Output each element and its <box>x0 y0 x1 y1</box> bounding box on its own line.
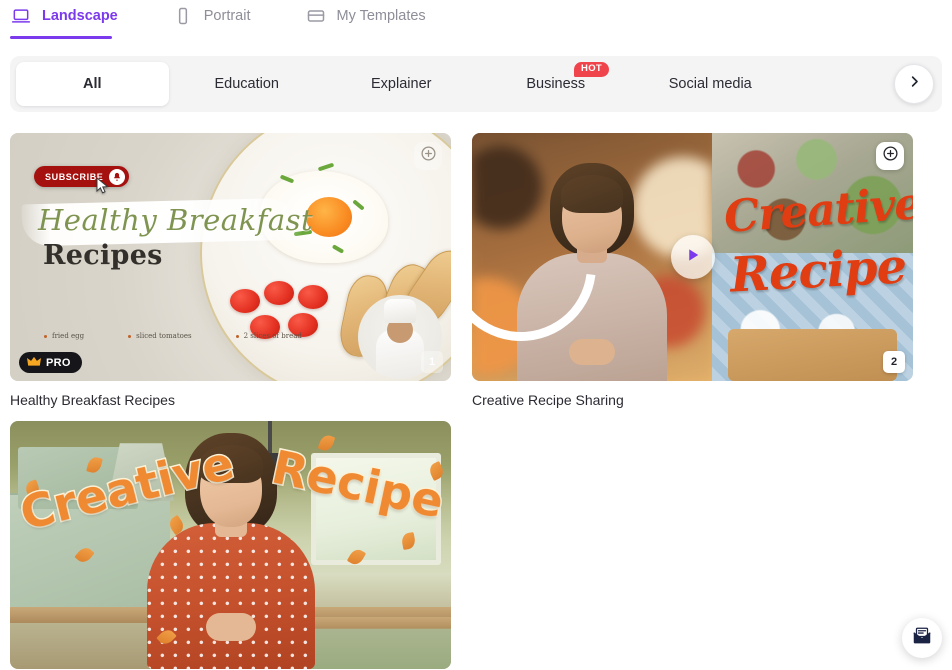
presenter-hands <box>205 613 256 642</box>
chat-support-button[interactable] <box>902 618 942 658</box>
category-social-media[interactable]: Social media <box>634 62 787 106</box>
ingredient-item: 2 slices of bread <box>235 332 302 340</box>
cherry-tomato <box>298 285 328 309</box>
pendant-lamp-cord <box>268 421 272 456</box>
ingredient-list: fried egg sliced tomatoes 2 slices of br… <box>44 332 302 340</box>
category-social-media-label: Social media <box>668 76 752 92</box>
template-scene-heading: Recipes <box>43 240 163 271</box>
play-preview-button[interactable] <box>670 235 715 279</box>
template-thumbnail-creative-recipe-sharing[interactable]: Creative Recipe 2 <box>472 133 913 381</box>
category-explainer-label: Explainer <box>371 76 432 92</box>
template-card-title: Creative Recipe Sharing <box>472 392 624 408</box>
category-business-label: Business <box>526 76 586 92</box>
plus-icon <box>420 145 437 167</box>
bullet-dot <box>44 334 47 338</box>
category-education-label: Education <box>214 76 280 92</box>
category-business[interactable]: Business HOT <box>480 62 633 106</box>
scene-count-badge: 1 <box>421 351 443 373</box>
ingredient-item: sliced tomatoes <box>128 332 192 340</box>
pro-badge: PRO <box>19 352 82 373</box>
laptop-icon <box>10 5 32 27</box>
template-grid: Healthy Breakfast Recipes fried egg slic… <box>10 133 942 670</box>
template-thumbnail-creative-recipe-kitchen[interactable]: Creative Recipe <box>10 421 451 670</box>
plus-icon <box>882 145 899 167</box>
overlay-title-line2: Recipe <box>728 238 908 304</box>
tab-portrait[interactable]: Portrait <box>172 0 267 32</box>
bullet-dot <box>235 334 239 338</box>
template-card: Creative Recipe <box>10 421 451 670</box>
tab-portrait-label: Portrait <box>203 8 251 24</box>
template-card: Healthy Breakfast Recipes fried egg slic… <box>10 133 451 409</box>
category-filter-bar: All Education Explainer Business HOT Soc… <box>10 56 942 112</box>
food-photo-panel: Creative Recipe <box>712 133 913 381</box>
category-education[interactable]: Education <box>171 62 324 106</box>
subscribe-badge[interactable]: SUBSCRIBE <box>34 166 130 187</box>
category-all[interactable]: All <box>16 62 169 106</box>
category-all-label: All <box>82 76 102 92</box>
presenter-dress <box>146 523 315 670</box>
bell-icon <box>109 168 126 185</box>
orientation-tab-bar: Landscape Portrait My Templates <box>0 0 952 42</box>
herb-garnish <box>317 162 335 172</box>
add-template-button[interactable] <box>414 142 442 170</box>
wooden-board <box>728 329 897 381</box>
active-tab-underline <box>10 36 112 39</box>
presenter-hair-top <box>561 175 623 213</box>
template-card: Creative Recipe 2 Creative Recipe Sharin… <box>472 133 913 409</box>
scene-count-badge: 2 <box>883 351 905 373</box>
hot-badge: HOT <box>574 62 609 77</box>
presenter-hands <box>569 339 615 365</box>
play-icon <box>684 246 702 269</box>
template-card-title: Healthy Breakfast Recipes <box>10 392 175 408</box>
message-envelope-icon <box>911 625 933 652</box>
ingredient-item: fried egg <box>44 332 84 340</box>
pro-label: PRO <box>46 356 71 369</box>
tab-my-templates[interactable]: My Templates <box>305 0 442 32</box>
subscribe-label: SUBSCRIBE <box>45 171 104 182</box>
bullet-dot <box>128 334 132 338</box>
template-scene-script-title: Healthy Breakfast <box>38 203 314 237</box>
add-template-button[interactable] <box>876 142 904 170</box>
category-explainer[interactable]: Explainer <box>325 62 478 106</box>
template-thumbnail-healthy-breakfast[interactable]: Healthy Breakfast Recipes fried egg slic… <box>10 133 451 381</box>
categories-next-button[interactable] <box>894 64 934 104</box>
cherry-tomato <box>230 289 260 313</box>
tab-landscape-label: Landscape <box>42 8 118 24</box>
cherry-tomato <box>264 281 294 305</box>
folder-icon <box>305 5 327 27</box>
crown-icon <box>27 356 41 370</box>
tab-my-templates-label: My Templates <box>336 8 426 24</box>
thumbnail-background: Creative Recipe <box>10 421 451 670</box>
tab-landscape[interactable]: Landscape <box>10 0 134 32</box>
chevron-right-icon <box>907 74 922 94</box>
phone-icon <box>172 5 194 27</box>
